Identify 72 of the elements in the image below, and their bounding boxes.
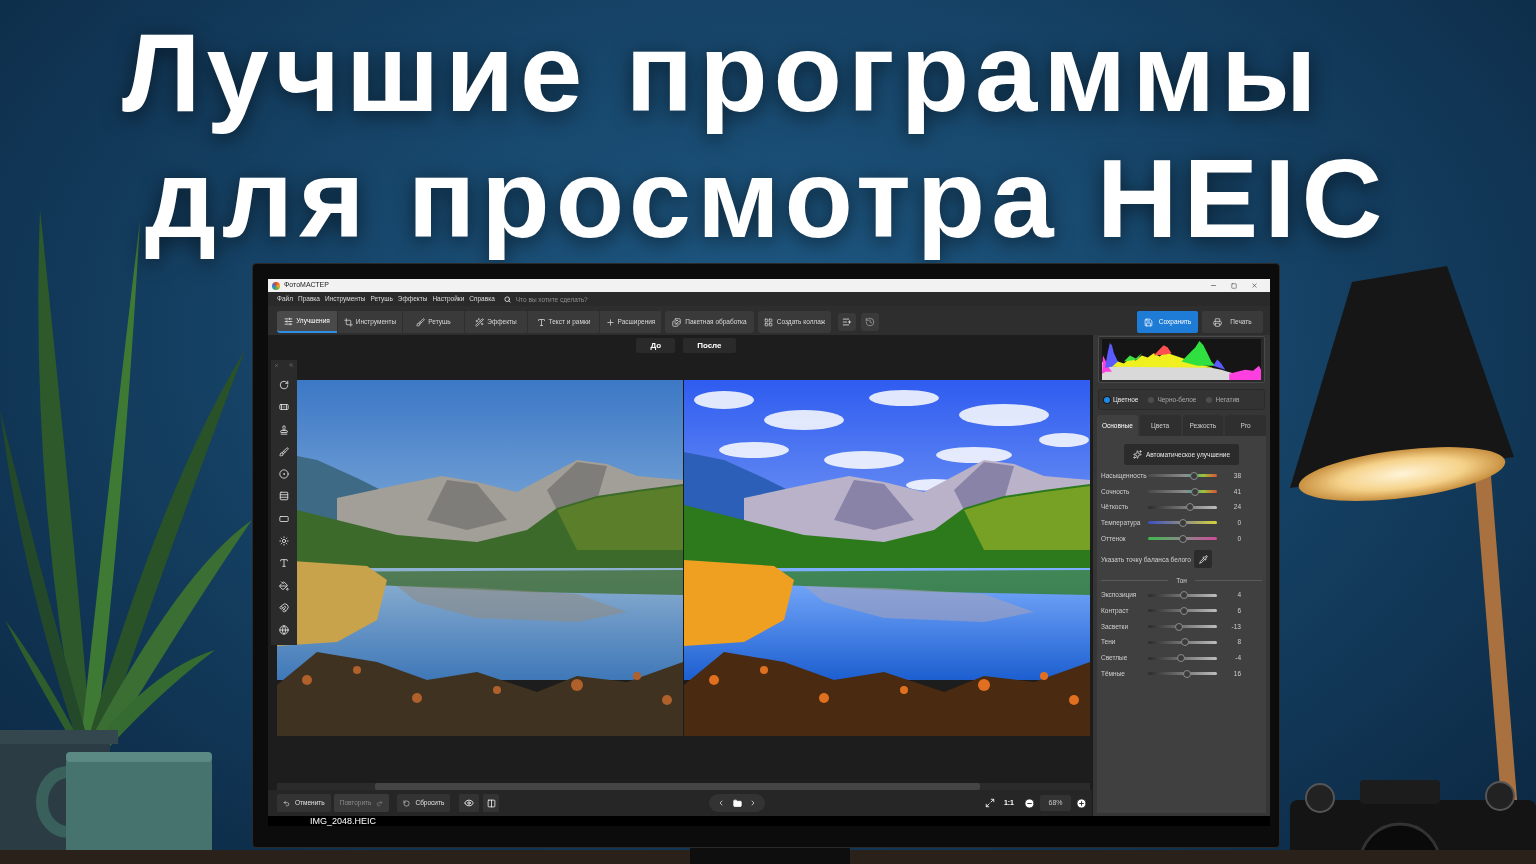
- slider-track[interactable]: [1148, 518, 1217, 527]
- file-name: IMG_2048.HEIC: [310, 816, 377, 826]
- slider-thumb[interactable]: [1178, 534, 1187, 543]
- history-icon: [865, 317, 875, 327]
- grid-icon: [763, 317, 773, 327]
- folder-icon[interactable]: [732, 798, 742, 808]
- globe-icon[interactable]: [279, 625, 289, 636]
- scrollbar-thumb[interactable]: [375, 783, 980, 790]
- list-plus-button[interactable]: [838, 313, 856, 331]
- slider-track[interactable]: [1148, 622, 1217, 631]
- slider-thumb[interactable]: [1180, 638, 1189, 647]
- preview-button[interactable]: [459, 794, 480, 812]
- brush-icon[interactable]: [279, 446, 289, 457]
- slider-thumb[interactable]: [1177, 654, 1186, 663]
- undo-icon: [283, 799, 290, 807]
- sparkles-icon: [1132, 450, 1142, 459]
- stamp-icon[interactable]: [279, 424, 289, 435]
- eyedropper-button[interactable]: [1194, 550, 1212, 569]
- close-icon[interactable]: [1251, 282, 1258, 289]
- slider-track[interactable]: [1148, 591, 1217, 600]
- list-plus-icon: [842, 317, 852, 327]
- rectangle-icon[interactable]: [279, 513, 289, 524]
- slider-track[interactable]: [1148, 669, 1217, 678]
- slider-track[interactable]: [1148, 534, 1217, 543]
- compare-button[interactable]: [483, 794, 500, 812]
- zoom-out-icon[interactable]: [1024, 797, 1035, 809]
- slider-track[interactable]: [1148, 654, 1217, 663]
- search-icon[interactable]: [503, 295, 511, 303]
- rotate-icon[interactable]: [279, 380, 289, 390]
- slider-thumb[interactable]: [1178, 518, 1187, 527]
- slider-thumb[interactable]: [1191, 487, 1199, 496]
- slider-thumb[interactable]: [1180, 606, 1189, 615]
- magic-wand-icon: [475, 317, 485, 327]
- headline: для просмотра HEIC: [145, 136, 1389, 262]
- paint-bucket-icon[interactable]: [279, 580, 289, 591]
- view-toggle-button[interactable]: До: [636, 338, 676, 353]
- headline: Лучшие программы: [122, 10, 1323, 136]
- slider-thumb[interactable]: [1185, 503, 1194, 512]
- slider-thumb[interactable]: [1183, 669, 1192, 678]
- zoom-in-icon[interactable]: [1076, 797, 1087, 809]
- slider-thumb[interactable]: [1190, 471, 1199, 480]
- app-logo-icon: [272, 281, 280, 290]
- slider-track[interactable]: [1148, 487, 1217, 496]
- slider-track[interactable]: [1148, 471, 1217, 480]
- split-view-icon: [486, 798, 496, 808]
- reset-icon: [403, 799, 411, 807]
- fit-screen-icon[interactable]: [984, 798, 995, 808]
- slider-track[interactable]: [1148, 503, 1217, 512]
- minimize-icon[interactable]: [1210, 282, 1217, 289]
- brush-icon: [416, 317, 426, 327]
- magnet-icon[interactable]: [279, 602, 289, 613]
- sun-icon[interactable]: [279, 536, 289, 547]
- scrollbar-track[interactable]: [277, 783, 1090, 790]
- slider-thumb[interactable]: [1179, 591, 1188, 600]
- text-icon[interactable]: [279, 558, 289, 569]
- view-toggle-button[interactable]: После: [683, 338, 736, 353]
- target-icon[interactable]: [279, 469, 289, 480]
- history-button[interactable]: [861, 313, 879, 331]
- images-icon: [672, 317, 682, 327]
- slider-track[interactable]: [1148, 638, 1217, 647]
- text-icon: [536, 317, 546, 327]
- crop-icon: [343, 317, 353, 327]
- bandage-icon[interactable]: [279, 402, 289, 413]
- printer-icon: [1213, 317, 1223, 327]
- redo-icon: [376, 799, 384, 807]
- striped-rectangle-icon[interactable]: [279, 491, 289, 502]
- plus-icon: [605, 317, 615, 327]
- eye-icon: [464, 798, 475, 808]
- slider-track[interactable]: [1148, 606, 1217, 615]
- eyedropper-icon: [1198, 554, 1208, 564]
- sliders-icon: [284, 316, 294, 326]
- slider-thumb[interactable]: [1174, 622, 1183, 631]
